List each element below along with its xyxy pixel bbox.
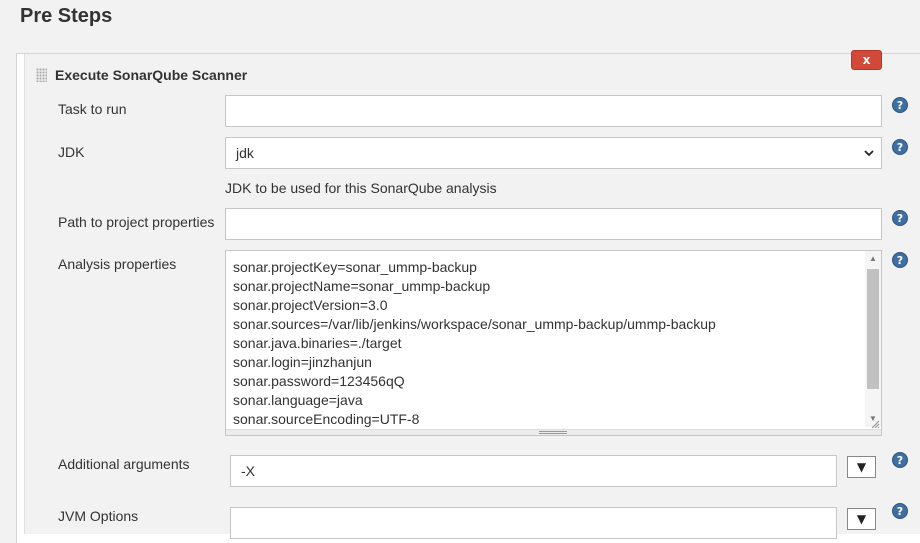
vertical-scrollbar[interactable]: ▲ ▼ bbox=[865, 251, 881, 427]
jdk-selected-value: jdk bbox=[236, 145, 254, 161]
section-title: Pre Steps bbox=[20, 5, 113, 27]
path-label: Path to project properties bbox=[58, 214, 215, 230]
help-icon[interactable]: ? bbox=[892, 97, 908, 113]
additional-args-label: Additional arguments bbox=[58, 456, 190, 472]
resize-corner-icon[interactable] bbox=[870, 419, 880, 429]
chevron-down-icon bbox=[864, 150, 874, 157]
help-icon[interactable]: ? bbox=[892, 252, 908, 268]
help-icon[interactable]: ? bbox=[892, 139, 908, 155]
analysis-line: sonar.language=java bbox=[233, 392, 363, 408]
jdk-select[interactable]: jdk bbox=[225, 137, 882, 169]
analysis-line: sonar.sourceEncoding=UTF-8 bbox=[233, 411, 420, 427]
analysis-line: sonar.projectVersion=3.0 bbox=[233, 297, 388, 313]
analysis-line: sonar.projectKey=sonar_ummp-backup bbox=[233, 259, 477, 275]
delete-step-button[interactable]: x bbox=[851, 50, 882, 70]
drag-handle-icon[interactable] bbox=[36, 68, 47, 82]
analysis-line: sonar.login=jinzhanjun bbox=[233, 354, 372, 370]
scrollbar-thumb[interactable] bbox=[867, 269, 879, 389]
task-label: Task to run bbox=[58, 101, 127, 117]
path-input[interactable] bbox=[225, 208, 882, 240]
help-icon[interactable]: ? bbox=[892, 452, 908, 468]
analysis-line: sonar.sources=/var/lib/jenkins/workspace… bbox=[233, 316, 716, 332]
additional-args-input[interactable] bbox=[230, 455, 837, 487]
jdk-label: JDK bbox=[58, 144, 85, 160]
analysis-line: sonar.projectName=sonar_ummp-backup bbox=[233, 278, 491, 294]
jdk-hint: JDK to be used for this SonarQube analys… bbox=[225, 180, 497, 196]
scroll-up-icon[interactable]: ▲ bbox=[868, 254, 878, 264]
additional-args-expand-button[interactable]: ▼ bbox=[847, 456, 876, 478]
analysis-line: sonar.java.binaries=./target bbox=[233, 335, 402, 351]
textarea-resize-bar[interactable] bbox=[226, 429, 881, 435]
analysis-label: Analysis properties bbox=[58, 256, 177, 272]
jvm-options-input[interactable] bbox=[230, 507, 837, 539]
analysis-text: sonar.projectKey=sonar_ummp-backup sonar.… bbox=[233, 258, 716, 429]
analysis-line: sonar.password=123456qQ bbox=[233, 373, 405, 389]
help-icon[interactable]: ? bbox=[892, 503, 908, 519]
resize-grip-icon bbox=[539, 431, 567, 434]
help-icon[interactable]: ? bbox=[892, 210, 908, 226]
analysis-textarea[interactable]: sonar.projectKey=sonar_ummp-backup sonar.… bbox=[225, 250, 882, 436]
step-title: Execute SonarQube Scanner bbox=[55, 67, 248, 83]
jvm-options-label: JVM Options bbox=[58, 508, 139, 524]
task-input[interactable] bbox=[225, 95, 882, 127]
jvm-options-expand-button[interactable]: ▼ bbox=[847, 508, 876, 530]
